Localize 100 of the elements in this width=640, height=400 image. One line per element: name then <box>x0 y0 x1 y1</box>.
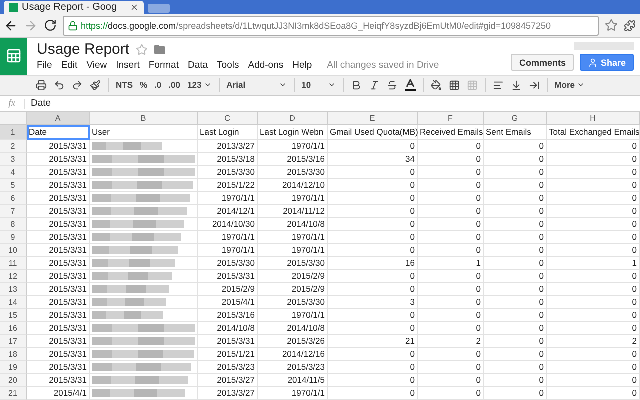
table-cell[interactable]: 2015/3/30 <box>258 166 328 180</box>
table-cell[interactable]: 0 <box>328 231 418 244</box>
table-cell[interactable]: User <box>90 125 198 140</box>
table-cell[interactable]: 2014/10/8 <box>258 218 328 232</box>
column-header[interactable]: B <box>90 112 198 126</box>
menu-item[interactable]: File <box>37 60 52 72</box>
menu-item[interactable]: Help <box>292 60 312 72</box>
table-cell[interactable]: 2015/3/31 <box>27 374 90 388</box>
table-cell[interactable]: 0 <box>547 322 640 336</box>
table-cell[interactable]: 0 <box>484 166 547 180</box>
table-cell[interactable]: 2015/4/1 <box>27 387 90 400</box>
row-header[interactable]: 18 <box>0 348 27 362</box>
table-cell[interactable]: 2014/12/1 <box>198 205 258 218</box>
table-cell[interactable]: 0 <box>547 270 640 284</box>
table-cell[interactable]: 2015/3/31 <box>198 335 258 348</box>
document-title[interactable]: Usage Report <box>37 41 130 58</box>
menu-item[interactable]: View <box>86 60 108 72</box>
table-cell[interactable]: 0 <box>328 205 418 218</box>
table-cell[interactable]: 2014/10/30 <box>198 218 258 232</box>
column-header[interactable]: A <box>27 112 90 126</box>
table-cell[interactable]: 0 <box>418 322 484 336</box>
folder-icon[interactable] <box>154 44 166 56</box>
table-cell[interactable]: 0 <box>328 218 418 232</box>
table-cell[interactable]: 0 <box>547 218 640 232</box>
table-cell[interactable]: 2015/3/18 <box>198 153 258 166</box>
table-cell[interactable]: 2015/3/30 <box>198 166 258 180</box>
fill-color-icon[interactable] <box>430 80 442 91</box>
browser-tab[interactable]: Usage Report - Goog <box>4 0 144 14</box>
table-cell[interactable]: 2 <box>547 335 640 348</box>
row-header[interactable]: 10 <box>0 244 27 258</box>
table-cell[interactable]: 0 <box>547 231 640 244</box>
table-cell[interactable]: 0 <box>484 140 547 154</box>
row-header[interactable]: 20 <box>0 374 27 388</box>
font-dropdown[interactable]: Arial <box>226 80 287 90</box>
table-cell[interactable]: 0 <box>328 322 418 336</box>
table-cell[interactable]: 0 <box>484 348 547 362</box>
table-cell[interactable]: 0 <box>484 192 547 206</box>
table-cell[interactable]: 0 <box>418 218 484 232</box>
table-cell[interactable]: 2015/3/31 <box>27 309 90 322</box>
table-cell[interactable]: 0 <box>547 283 640 296</box>
table-cell[interactable]: 2015/3/31 <box>27 153 90 166</box>
close-icon[interactable] <box>130 2 139 12</box>
table-cell[interactable]: 1970/1/1 <box>198 192 258 206</box>
table-cell[interactable]: 0 <box>328 140 418 154</box>
table-cell[interactable]: 16 <box>328 257 418 270</box>
vertical-align-icon[interactable] <box>510 80 522 91</box>
row-header[interactable]: 5 <box>0 179 27 192</box>
table-cell[interactable]: 0 <box>547 179 640 192</box>
table-cell[interactable]: 0 <box>328 387 418 400</box>
table-cell[interactable]: 2015/3/31 <box>27 296 90 310</box>
table-cell[interactable]: Gmail Used Quota(MB) <box>328 125 418 140</box>
table-cell[interactable]: 2015/3/16 <box>198 309 258 322</box>
table-cell[interactable]: 0 <box>328 270 418 284</box>
table-cell[interactable]: 2015/2/9 <box>258 270 328 284</box>
table-cell[interactable]: 34 <box>328 153 418 166</box>
table-cell[interactable]: 0 <box>547 153 640 166</box>
table-cell[interactable]: 2015/3/27 <box>198 374 258 388</box>
formula-input[interactable]: Date <box>25 98 52 110</box>
column-header[interactable]: G <box>484 112 547 126</box>
table-cell[interactable]: 1970/1/1 <box>258 244 328 258</box>
table-cell[interactable]: 0 <box>547 140 640 154</box>
table-cell[interactable]: 2015/3/31 <box>27 205 90 218</box>
table-cell[interactable]: 2015/3/30 <box>198 257 258 270</box>
table-cell[interactable]: Received Emails <box>418 125 484 140</box>
table-cell[interactable]: 2014/12/16 <box>258 348 328 362</box>
table-cell[interactable]: Last Login Webn <box>258 125 328 140</box>
table-cell[interactable]: 2015/3/16 <box>258 153 328 166</box>
italic-icon[interactable] <box>368 80 380 91</box>
table-cell[interactable]: 1970/1/1 <box>258 140 328 154</box>
table-cell[interactable]: 2015/3/31 <box>198 270 258 284</box>
table-cell[interactable]: 2015/3/31 <box>27 231 90 244</box>
row-header[interactable]: 17 <box>0 335 27 348</box>
number-format-dropdown[interactable]: 123 <box>187 80 212 90</box>
row-header[interactable]: 15 <box>0 309 27 322</box>
table-cell[interactable]: 0 <box>484 244 547 258</box>
more-button[interactable]: More <box>554 80 585 90</box>
row-header[interactable]: 6 <box>0 192 27 206</box>
menu-item[interactable]: Add-ons <box>248 60 284 72</box>
table-cell[interactable]: 2015/3/31 <box>27 166 90 180</box>
table-cell[interactable]: 0 <box>484 335 547 348</box>
row-header[interactable]: 9 <box>0 231 27 244</box>
redo-icon[interactable] <box>72 80 83 91</box>
table-cell[interactable]: 2014/11/12 <box>258 205 328 218</box>
font-size-dropdown[interactable]: 10 <box>302 80 336 90</box>
table-cell[interactable]: 0 <box>328 309 418 322</box>
table-cell[interactable]: 2015/3/31 <box>27 283 90 296</box>
table-cell[interactable]: 2015/4/1 <box>198 296 258 310</box>
undo-icon[interactable] <box>54 80 65 91</box>
table-cell[interactable]: 1 <box>547 257 640 270</box>
table-cell[interactable]: 0 <box>328 348 418 362</box>
row-header[interactable]: 3 <box>0 153 27 166</box>
puzzle-icon[interactable] <box>624 20 636 32</box>
currency-button[interactable]: NTS <box>116 80 133 90</box>
table-cell[interactable]: 0 <box>484 374 547 388</box>
table-cell[interactable]: 0 <box>328 283 418 296</box>
menu-item[interactable]: Format <box>148 60 179 72</box>
merge-cells-icon[interactable] <box>466 80 478 91</box>
column-header[interactable]: H <box>547 112 640 126</box>
bold-icon[interactable] <box>350 80 362 91</box>
table-cell[interactable]: 0 <box>484 309 547 322</box>
